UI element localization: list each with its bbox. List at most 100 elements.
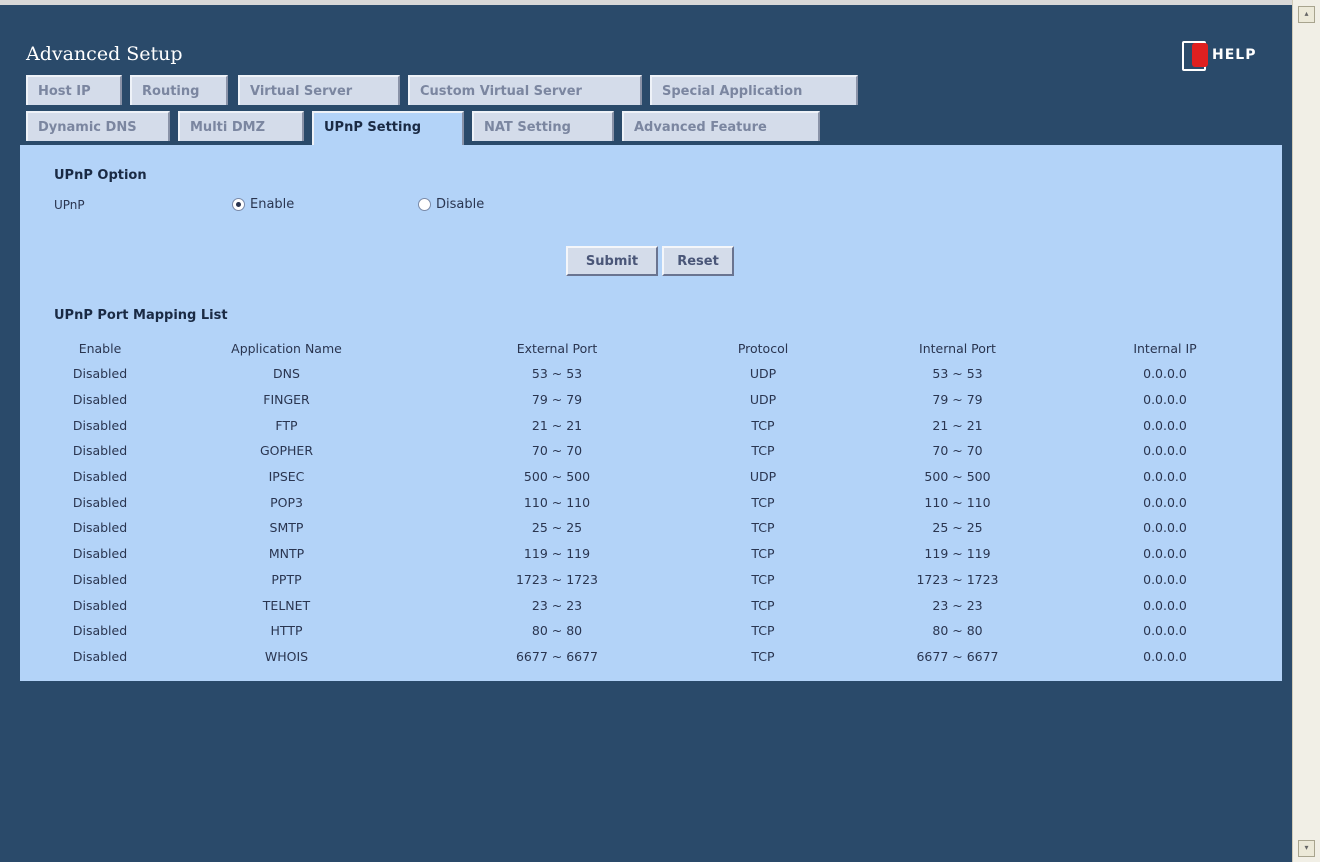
tab-advanced-feature[interactable]: Advanced Feature bbox=[622, 111, 820, 141]
cell-app-name: TELNET bbox=[262, 597, 311, 613]
tab-custom-virtual-server[interactable]: Custom Virtual Server bbox=[408, 75, 642, 105]
table-row: Disabled GOPHER 70 ~ 70 TCP 70 ~ 70 0.0.… bbox=[60, 438, 1260, 464]
cell-internal-ip: 0.0.0.0 bbox=[1143, 546, 1187, 562]
cell-protocol: TCP bbox=[751, 494, 775, 510]
cell-external-port: 80 ~ 80 bbox=[531, 623, 583, 639]
table-row: Disabled HTTP 80 ~ 80 TCP 80 ~ 80 0.0.0.… bbox=[60, 618, 1260, 644]
cell-protocol: TCP bbox=[751, 623, 775, 639]
cell-app-name: MNTP bbox=[268, 546, 305, 562]
tab-dynamic-dns[interactable]: Dynamic DNS bbox=[26, 111, 170, 141]
col-enable-header: Enable bbox=[78, 340, 122, 356]
cell-internal-port: 1723 ~ 1723 bbox=[916, 571, 999, 587]
cell-external-port: 6677 ~ 6677 bbox=[515, 648, 599, 664]
radio-label: Disable bbox=[436, 197, 485, 212]
cell-external-port: 119 ~ 119 bbox=[523, 546, 591, 562]
tab-nat-setting[interactable]: NAT Setting bbox=[472, 111, 614, 141]
table-row: Disabled IPSEC 500 ~ 500 UDP 500 ~ 500 0… bbox=[60, 464, 1260, 490]
cell-protocol: UDP bbox=[749, 366, 777, 382]
tab-virtual-server[interactable]: Virtual Server bbox=[238, 75, 400, 105]
cell-internal-port: 79 ~ 79 bbox=[932, 392, 983, 408]
cell-external-port: 70 ~ 70 bbox=[531, 443, 583, 459]
cell-app-name: FTP bbox=[275, 417, 298, 433]
table-row: Disabled FINGER 79 ~ 79 UDP 79 ~ 79 0.0.… bbox=[60, 387, 1260, 413]
tab-label: NAT Setting bbox=[484, 120, 571, 135]
upnp-enable-radio[interactable]: Enable bbox=[232, 197, 294, 212]
cell-internal-port: 53 ~ 53 bbox=[932, 366, 983, 382]
submit-button[interactable]: Submit bbox=[566, 246, 658, 276]
tab-label: Virtual Server bbox=[250, 84, 353, 99]
cell-external-port: 25 ~ 25 bbox=[531, 520, 583, 536]
cell-internal-ip: 0.0.0.0 bbox=[1143, 417, 1187, 433]
radio-selected-icon bbox=[232, 198, 245, 211]
cell-internal-ip: 0.0.0.0 bbox=[1143, 469, 1187, 485]
cell-app-name: DNS bbox=[273, 366, 300, 382]
scroll-up-icon[interactable]: ▴ bbox=[1298, 6, 1315, 23]
tab-routing[interactable]: Routing bbox=[130, 75, 228, 105]
reset-button[interactable]: Reset bbox=[662, 246, 734, 276]
help-badge-icon bbox=[1192, 43, 1208, 67]
cell-protocol: TCP bbox=[751, 648, 775, 664]
tab-label: Dynamic DNS bbox=[38, 120, 137, 135]
table-row: Disabled FTP 21 ~ 21 TCP 21 ~ 21 0.0.0.0 bbox=[60, 412, 1260, 438]
cell-internal-port: 80 ~ 80 bbox=[932, 623, 983, 639]
cell-external-port: 53 ~ 53 bbox=[531, 366, 583, 382]
cell-external-port: 79 ~ 79 bbox=[531, 392, 583, 408]
table-header-row: Enable Application Name External Port Pr… bbox=[60, 335, 1260, 361]
cell-app-name: FINGER bbox=[263, 392, 310, 408]
cell-internal-ip: 0.0.0.0 bbox=[1143, 597, 1187, 613]
cell-enable: Disabled bbox=[72, 443, 128, 459]
cell-protocol: TCP bbox=[751, 417, 775, 433]
cell-enable: Disabled bbox=[72, 469, 128, 485]
cell-internal-port: 500 ~ 500 bbox=[924, 469, 991, 485]
table-row: Disabled WHOIS 6677 ~ 6677 TCP 6677 ~ 66… bbox=[60, 644, 1260, 670]
cell-internal-ip: 0.0.0.0 bbox=[1143, 520, 1187, 536]
cell-internal-port: 21 ~ 21 bbox=[932, 417, 983, 433]
cell-internal-ip: 0.0.0.0 bbox=[1143, 366, 1187, 382]
cell-internal-port: 110 ~ 110 bbox=[924, 494, 991, 510]
cell-external-port: 1723 ~ 1723 bbox=[515, 571, 599, 587]
cell-app-name: GOPHER bbox=[259, 443, 314, 459]
cell-internal-port: 6677 ~ 6677 bbox=[916, 648, 999, 664]
cell-enable: Disabled bbox=[72, 520, 128, 536]
tab-label: Routing bbox=[142, 84, 200, 99]
cell-app-name: SMTP bbox=[269, 520, 304, 536]
cell-internal-ip: 0.0.0.0 bbox=[1143, 494, 1187, 510]
cell-internal-port: 23 ~ 23 bbox=[932, 597, 983, 613]
cell-internal-ip: 0.0.0.0 bbox=[1143, 443, 1187, 459]
upnp-disable-radio[interactable]: Disable bbox=[418, 197, 484, 212]
tab-host-ip[interactable]: Host IP bbox=[26, 75, 122, 105]
help-button[interactable]: HELP bbox=[1182, 41, 1282, 71]
cell-enable: Disabled bbox=[72, 571, 128, 587]
cell-internal-ip: 0.0.0.0 bbox=[1143, 392, 1187, 408]
cell-internal-ip: 0.0.0.0 bbox=[1143, 648, 1187, 664]
app-frame: Advanced Setup HELP Host IP Routing Virt… bbox=[0, 0, 1292, 862]
cell-enable: Disabled bbox=[72, 494, 128, 510]
cell-enable: Disabled bbox=[72, 597, 128, 613]
cell-protocol: TCP bbox=[751, 597, 775, 613]
tab-label: UPnP Setting bbox=[324, 120, 422, 135]
table-row: Disabled POP3 110 ~ 110 TCP 110 ~ 110 0.… bbox=[60, 489, 1260, 515]
tab-multi-dmz[interactable]: Multi DMZ bbox=[178, 111, 304, 141]
cell-external-port: 110 ~ 110 bbox=[523, 494, 591, 510]
vertical-scrollbar[interactable]: ▴ ▾ bbox=[1292, 0, 1320, 862]
tab-label: Advanced Feature bbox=[634, 120, 767, 135]
cell-app-name: IPSEC bbox=[268, 469, 305, 485]
table-row: Disabled MNTP 119 ~ 119 TCP 119 ~ 119 0.… bbox=[60, 541, 1260, 567]
upnp-option-title: UPnP Option bbox=[54, 168, 147, 183]
col-app-name-header: Application Name bbox=[231, 340, 342, 356]
help-label: HELP bbox=[1212, 47, 1257, 63]
radio-unselected-icon bbox=[418, 198, 431, 211]
cell-protocol: TCP bbox=[751, 520, 775, 536]
tab-special-application[interactable]: Special Application bbox=[650, 75, 858, 105]
cell-protocol: TCP bbox=[751, 571, 775, 587]
tab-label: Custom Virtual Server bbox=[420, 84, 582, 99]
tab-upnp-setting[interactable]: UPnP Setting bbox=[312, 111, 464, 145]
tab-label: Host IP bbox=[38, 84, 91, 99]
cell-external-port: 21 ~ 21 bbox=[531, 417, 583, 433]
cell-internal-port: 70 ~ 70 bbox=[932, 443, 983, 459]
cell-internal-ip: 0.0.0.0 bbox=[1143, 571, 1187, 587]
cell-external-port: 500 ~ 500 bbox=[523, 469, 591, 485]
cell-enable: Disabled bbox=[72, 417, 128, 433]
scroll-down-icon[interactable]: ▾ bbox=[1298, 840, 1315, 857]
cell-protocol: UDP bbox=[749, 469, 777, 485]
